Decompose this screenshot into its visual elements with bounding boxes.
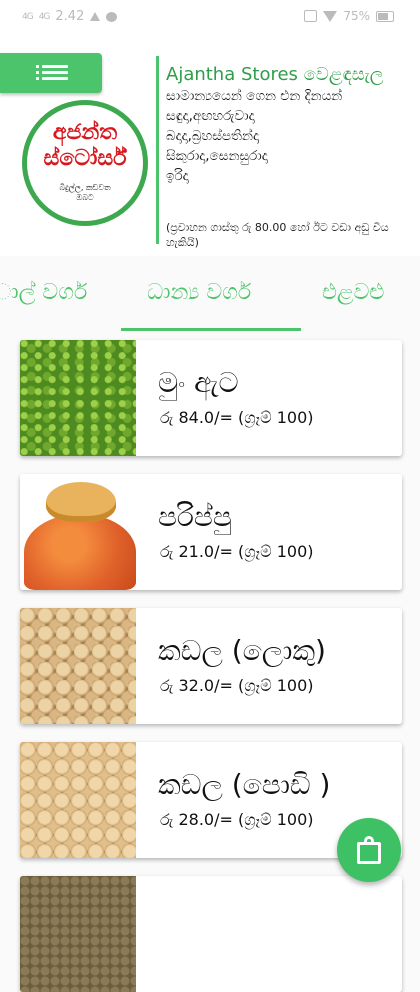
red-lentils-image — [20, 474, 136, 590]
logo-line-2: ස්ටෝර්ස් — [43, 146, 127, 171]
chickpeas-large-image — [20, 608, 136, 724]
battery-percent: 75% — [343, 9, 370, 23]
status-bar: 4G 4G 2.42 75% — [0, 0, 420, 34]
menu-icon — [36, 65, 68, 81]
status-time: 2.42 — [55, 9, 85, 24]
mung-beans-image — [20, 340, 136, 456]
product-price: රු 84.0/= (ග්‍රෑම් 100) — [160, 408, 314, 427]
cart-button[interactable] — [337, 818, 401, 882]
product-name: මුං ඇට — [158, 366, 239, 399]
lentil-pile — [24, 514, 136, 590]
vibrate-icon — [304, 10, 318, 22]
shopping-bag-icon — [357, 836, 381, 864]
product-price: රු 32.0/= (ග්‍රෑම් 100) — [160, 676, 314, 695]
message-icon — [106, 11, 118, 22]
delivery-days-line: සාමාන්‍යයෙන් ගෙන එන දිනයන් — [166, 88, 343, 104]
delivery-fee-note: (ප්‍රවාහන ගාස්තු රු 80.00 හෝ ඊට වඩා අඩු … — [166, 221, 389, 249]
battery-icon — [376, 10, 394, 22]
logo-sub-2: ඔබට — [76, 193, 94, 202]
status-left: 4G 4G 2.42 — [22, 9, 118, 24]
logo-subtitle: බිදුල්ල, කඩවත ඔබට — [27, 183, 143, 203]
logo-line-1: අජන්ත — [52, 120, 118, 145]
product-price: රු 28.0/= (ග්‍රෑම් 100) — [160, 810, 314, 829]
product-card[interactable]: මුං ඇට රු 84.0/= (ග්‍රෑම් 100) — [20, 340, 402, 456]
store-info: Ajantha Stores වෙළඳසැල සාමාන්‍යයෙන් ගෙන … — [166, 64, 416, 186]
product-price: රු 21.0/= (ග්‍රෑම් 100) — [160, 542, 314, 561]
product-card[interactable] — [20, 876, 402, 992]
delivery-days-line: සිකුරාදා,සෙනසුරාදා — [166, 148, 268, 164]
product-name: කඩල (පොඩි ) — [158, 768, 331, 801]
tab-category-1[interactable]: ාල් වර්ග — [0, 280, 87, 305]
product-name: පරිප්පු — [158, 500, 232, 533]
store-header: අජන්ත ස්ටෝර්ස් බිදුල්ල, කඩවත ඔබට Ajantha… — [0, 34, 420, 256]
delivery-days-line: ඉරිදා — [166, 168, 189, 184]
signal-2-label: 4G — [38, 11, 51, 22]
delivery-days-line: බදාදා,බ්‍රහස්පතින්දා — [166, 128, 259, 144]
product-name: කඩල (ලොකු) — [158, 634, 326, 667]
tab-vegetables[interactable]: එළවළු — [322, 280, 384, 305]
wifi-icon — [323, 10, 338, 22]
logo-sub-1: බිදුල්ල, කඩවත — [59, 183, 111, 192]
store-name: Ajantha Stores වෙළඳසැල — [166, 64, 384, 85]
menu-button[interactable] — [0, 53, 102, 93]
lentil-bowl — [46, 482, 116, 522]
store-logo: අජන්ත ස්ටෝර්ස් බිදුල්ල, කඩවත ඔබට — [22, 100, 148, 226]
header-divider — [156, 56, 159, 244]
tab-grains[interactable]: ධාන්‍ය වර්ග — [147, 280, 251, 305]
product-card[interactable]: කඩල (ලොකු) රු 32.0/= (ග්‍රෑම් 100) — [20, 608, 402, 724]
status-right: 75% — [304, 9, 394, 23]
product-card[interactable]: පරිප්පු රු 21.0/= (ග්‍රෑම් 100) — [20, 474, 402, 590]
signal-1-label: 4G — [22, 11, 34, 22]
chickpeas-small-image — [20, 742, 136, 858]
product-image — [20, 876, 136, 992]
delivery-days-line: සඳුදා,අඟහරුවාදා — [166, 108, 255, 124]
tab-indicator — [121, 328, 301, 331]
alert-icon — [90, 12, 101, 21]
category-tabs: ාල් වර්ග ධාන්‍ය වර්ග එළවළු — [0, 256, 420, 332]
